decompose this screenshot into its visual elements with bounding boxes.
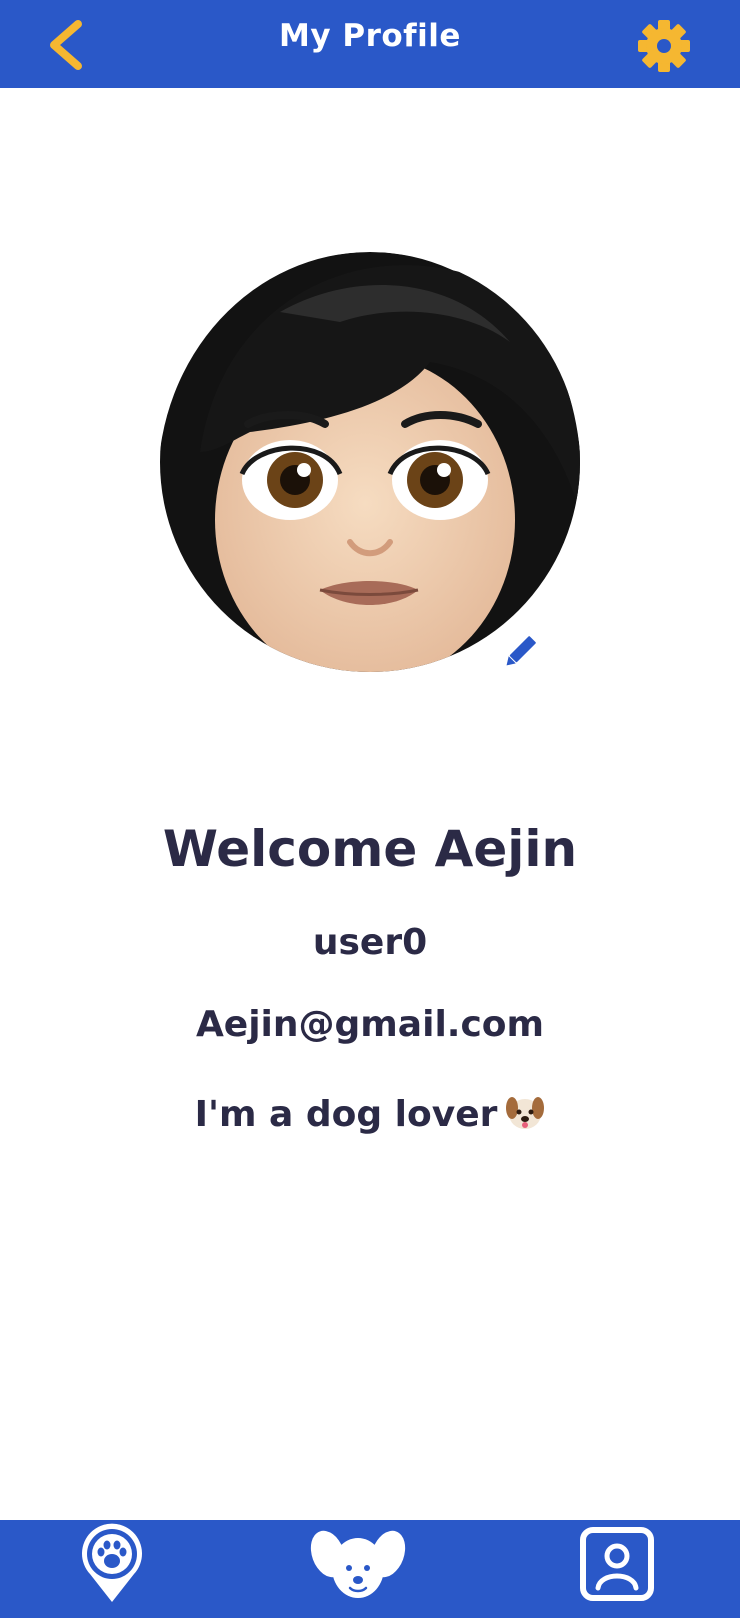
woman-avatar-image <box>160 252 580 672</box>
profile-card-icon <box>580 1527 654 1601</box>
dog-face-icon <box>505 1092 545 1141</box>
paw-map-pin-icon <box>82 1523 142 1602</box>
top-app-bar: My Profile <box>0 0 740 88</box>
page-title: My Profile <box>279 18 461 54</box>
settings-button[interactable] <box>636 18 692 74</box>
nav-dogs-button[interactable] <box>310 1526 406 1602</box>
welcome-heading: Welcome Aejin <box>162 820 578 878</box>
edit-avatar-button[interactable] <box>500 632 540 672</box>
bio-line: I'm a dog lover <box>0 1092 740 1141</box>
pencil-icon <box>506 636 536 666</box>
email-text: Aejin@gmail.com <box>195 1004 545 1045</box>
gear-icon <box>638 20 690 72</box>
nav-map-button[interactable] <box>76 1522 148 1604</box>
avatar <box>160 252 580 672</box>
username-text: user0 <box>312 922 428 963</box>
dog-face-nav-icon <box>310 1530 406 1598</box>
nav-profile-button[interactable] <box>578 1526 656 1602</box>
bio-text: I'm a dog lover <box>194 1094 498 1135</box>
